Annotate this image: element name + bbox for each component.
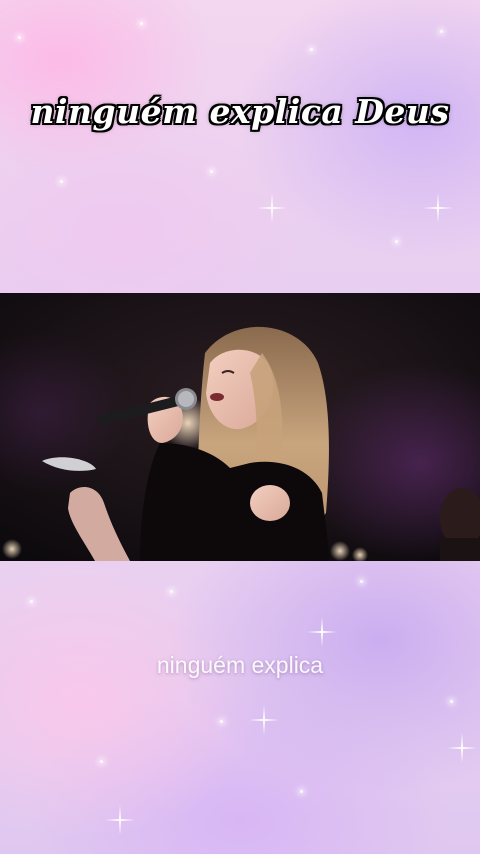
story-canvas: ninguém explica Deus ninguém explica	[0, 0, 480, 854]
star-sparkle-icon	[447, 733, 477, 763]
video-frame[interactable]	[0, 293, 480, 561]
sparkle-decor	[30, 600, 33, 603]
sparkle-decor	[450, 700, 453, 703]
star-sparkle-icon	[423, 193, 453, 223]
star-sparkle-icon	[249, 705, 279, 735]
singer-scene-image	[0, 293, 480, 561]
sparkle-decor	[220, 720, 223, 723]
sparkle-decor	[100, 760, 103, 763]
overlay-title: ninguém explica Deus	[30, 92, 450, 131]
lyric-caption: ninguém explica	[156, 652, 324, 678]
sparkle-decor	[140, 22, 143, 25]
sparkle-decor	[395, 240, 398, 243]
star-sparkle-icon	[307, 617, 337, 647]
star-sparkle-icon	[257, 193, 287, 223]
sparkle-decor	[300, 790, 303, 793]
sparkle-decor	[360, 580, 363, 583]
sparkle-decor	[170, 590, 173, 593]
sparkle-decor	[310, 48, 313, 51]
sparkle-decor	[60, 180, 63, 183]
sparkle-decor	[18, 36, 21, 39]
sparkle-decor	[440, 30, 443, 33]
star-sparkle-icon	[105, 805, 135, 835]
sparkle-decor	[210, 170, 213, 173]
